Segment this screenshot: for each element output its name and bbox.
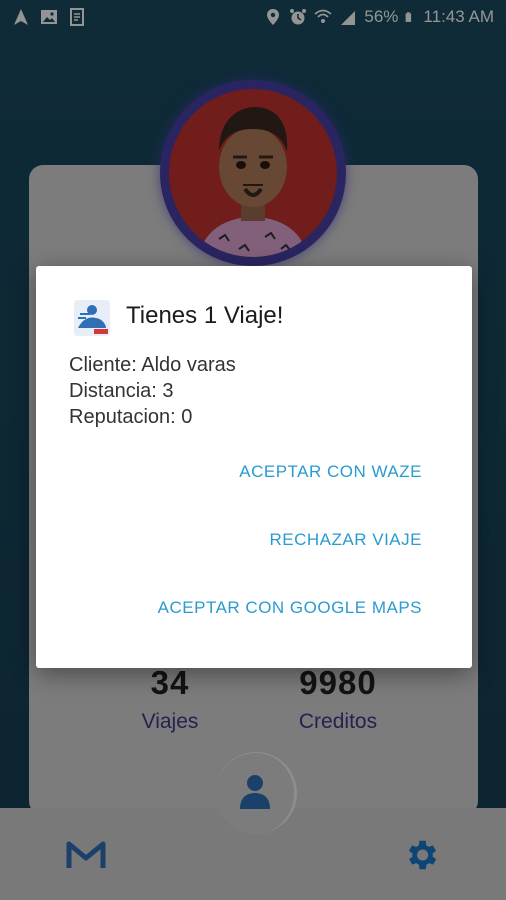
trip-request-dialog: Tienes 1 Viaje! Cliente: Aldo varas Dist… (36, 266, 472, 668)
accept-waze-button[interactable]: ACEPTAR CON WAZE (239, 462, 422, 482)
distance-line: Distancia: 3 (69, 380, 174, 402)
dialog-body: Cliente: Aldo varas Distancia: 3 Reputac… (69, 352, 236, 430)
app-logo-icon (74, 300, 110, 336)
client-line: Cliente: Aldo varas (69, 354, 236, 376)
reject-trip-button[interactable]: RECHAZAR VIAJE (270, 530, 422, 550)
app-screen: 56% 11:43 AM 34 Viajes 9980 Creditos Tie… (0, 0, 506, 900)
reputation-line: Reputacion: 0 (69, 406, 193, 428)
accept-google-maps-button[interactable]: ACEPTAR CON GOOGLE MAPS (158, 598, 422, 618)
dialog-title: Tienes 1 Viaje! (126, 302, 284, 329)
